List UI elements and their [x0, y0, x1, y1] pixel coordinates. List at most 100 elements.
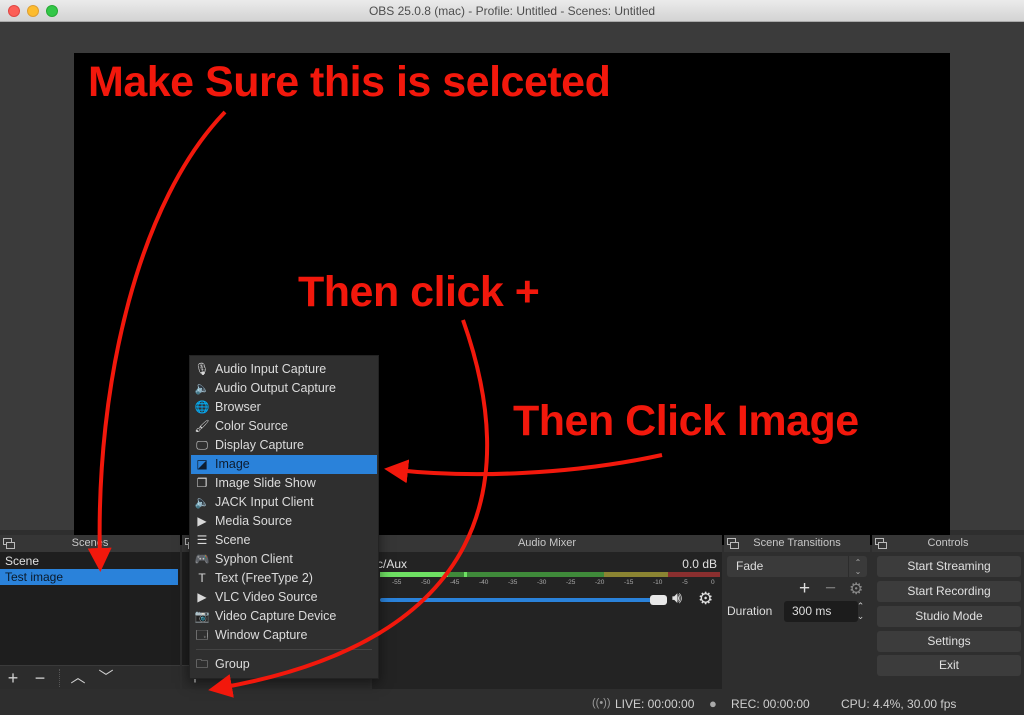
move-scene-up-button[interactable]: ︿ — [67, 667, 89, 689]
scene-transitions-title: Scene Transitions — [753, 537, 841, 549]
menu-item-label: Group — [215, 657, 250, 671]
menu-item-media-source[interactable]: ▶ Media Source — [191, 512, 377, 531]
image-icon: ◪ — [196, 457, 208, 471]
slideshow-icon: ❐ — [196, 476, 208, 490]
transition-settings-gear-icon[interactable]: ⚙ — [849, 579, 863, 599]
speaker-icon: 🔈 — [194, 495, 210, 509]
start-streaming-button[interactable]: Start Streaming — [877, 556, 1021, 577]
menu-item-label: Media Source — [215, 514, 293, 528]
gear-icon[interactable]: ⚙ — [698, 589, 713, 609]
meter-tick-label: -40 — [479, 579, 489, 586]
meter-tick-label: -5 — [682, 579, 688, 586]
monitor-icon: 🖵 — [196, 438, 208, 452]
status-bar: ((•)) LIVE: 00:00:00 ● REC: 00:00:00 CPU… — [0, 692, 1024, 715]
exit-button[interactable]: Exit — [877, 655, 1021, 676]
menu-item-syphon-client[interactable]: 🎮 Syphon Client — [191, 550, 377, 569]
audio-level-readout: 0.0 dB — [682, 557, 717, 571]
folder-icon: 🗀 — [195, 657, 208, 671]
menu-item-label: Window Capture — [215, 628, 308, 642]
meter-tick-label: -15 — [624, 579, 634, 586]
menu-item-label: JACK Input Client — [215, 495, 314, 509]
menu-item-display-capture[interactable]: 🖵 Display Capture — [191, 436, 377, 455]
menu-item-label: Image — [215, 457, 250, 471]
meter-yellow — [604, 572, 668, 577]
meter-tick-label: -30 — [537, 579, 547, 586]
obs-window: OBS 25.0.8 (mac) - Profile: Untitled - S… — [0, 0, 1024, 715]
add-transition-button[interactable]: + — [799, 578, 810, 600]
meter-peak — [464, 572, 467, 577]
meter-tick-label: -55 — [392, 579, 402, 586]
menu-item-color-source[interactable]: 🖌 Color Source — [191, 417, 377, 436]
rec-timer: REC: 00:00:00 — [731, 697, 810, 711]
remove-scene-button[interactable]: − — [29, 667, 51, 689]
list-icon: ☰ — [196, 533, 208, 547]
meter-tick-label: 0 — [711, 579, 715, 586]
menu-item-label: Browser — [215, 400, 261, 414]
menu-item-audio-input-capture[interactable]: 🎙 Audio Input Capture — [191, 360, 377, 379]
studio-mode-button[interactable]: Studio Mode — [877, 606, 1021, 627]
transition-select[interactable]: Fade ⌃ ⌄ — [727, 556, 867, 577]
audio-mixer-header: Audio Mixer — [372, 535, 722, 552]
audio-channel-name: c/Aux — [377, 557, 408, 571]
meter-level — [380, 572, 448, 577]
menu-item-label: Audio Input Capture — [215, 362, 327, 376]
text-icon: T — [198, 571, 206, 585]
dock-float-icon[interactable] — [875, 538, 887, 549]
volume-slider[interactable] — [380, 598, 656, 602]
duration-input[interactable]: 300 ms — [784, 601, 858, 622]
menu-item-label: Text (FreeType 2) — [215, 571, 313, 585]
menu-item-image[interactable]: ◪ Image — [191, 455, 377, 474]
menu-item-label: Image Slide Show — [215, 476, 316, 490]
controls-header: Controls — [872, 535, 1024, 552]
meter-scale: -55 -50 -45 -40 -35 -30 -25 -20 -15 -10 -5 0 — [380, 579, 720, 587]
menu-item-video-capture-device[interactable]: 📷 Video Capture Device — [191, 607, 377, 626]
scenes-toolbar: + − ︿ ﹀ — [0, 665, 180, 689]
volume-slider-handle[interactable] — [650, 595, 667, 605]
menu-item-label: Audio Output Capture — [215, 381, 336, 395]
mute-speaker-icon[interactable]: 🔊︎ — [672, 590, 682, 608]
menu-item-browser[interactable]: 🌐 Browser — [191, 398, 377, 417]
move-scene-down-button[interactable]: ﹀ — [95, 667, 117, 689]
window-icon: 🗔 — [195, 628, 209, 642]
rec-dot-icon: ● — [709, 696, 717, 711]
menu-item-window-capture[interactable]: 🗔 Window Capture — [191, 626, 377, 645]
menu-item-label: Display Capture — [215, 438, 304, 452]
annotation-step3: Then Click Image — [513, 397, 859, 445]
globe-icon: 🌐 — [194, 400, 210, 414]
menu-item-text-freetype-2[interactable]: T Text (FreeType 2) — [191, 569, 377, 588]
dock-float-icon[interactable] — [3, 538, 15, 549]
menu-item-vlc-video-source[interactable]: ▶ VLC Video Source — [191, 588, 377, 607]
select-chevron-icon: ⌃ ⌄ — [848, 556, 867, 577]
settings-button[interactable]: Settings — [877, 631, 1021, 652]
title-bar: OBS 25.0.8 (mac) - Profile: Untitled - S… — [0, 0, 1024, 22]
duration-label: Duration — [727, 604, 773, 618]
scene-item-selected[interactable]: Test image — [0, 569, 178, 585]
menu-item-group[interactable]: 🗀 Group — [191, 655, 377, 674]
meter-tick-label: -10 — [653, 579, 663, 586]
meter-tick-label: -25 — [566, 579, 576, 586]
menu-item-jack-input-client[interactable]: 🔈 JACK Input Client — [191, 493, 377, 512]
scene-transitions-panel: Fade ⌃ ⌄ + − ⚙ Duration 300 ms ⌃ ⌄ — [724, 552, 870, 689]
audio-mixer-panel: c/Aux 0.0 dB -55 -50 -45 -40 -35 -30 -25 -20 -15… — [372, 552, 722, 689]
gamepad-icon: 🎮 — [194, 552, 210, 566]
annotation-step1: Make Sure this is selceted — [88, 58, 611, 106]
add-scene-button[interactable]: + — [2, 667, 24, 689]
menu-item-label: VLC Video Source — [215, 590, 318, 604]
meter-tick-label: -45 — [450, 579, 460, 586]
menu-item-label: Syphon Client — [215, 552, 293, 566]
duration-stepper[interactable]: ⌃ ⌄ — [854, 601, 867, 622]
live-timer: LIVE: 00:00:00 — [615, 697, 695, 711]
live-broadcast-icon: ((•)) — [592, 697, 611, 709]
dock-float-icon[interactable] — [727, 538, 739, 549]
remove-transition-button[interactable]: − — [825, 578, 836, 600]
menu-item-scene[interactable]: ☰ Scene — [191, 531, 377, 550]
scene-item[interactable]: Scene — [0, 553, 178, 569]
menu-item-audio-output-capture[interactable]: 🔈 Audio Output Capture — [191, 379, 377, 398]
meter-red — [668, 572, 720, 577]
window-title: OBS 25.0.8 (mac) - Profile: Untitled - S… — [368, 4, 656, 18]
menu-item-image-slide-show[interactable]: ❐ Image Slide Show — [191, 474, 377, 493]
start-recording-button[interactable]: Start Recording — [877, 581, 1021, 602]
menu-item-label: Color Source — [215, 419, 288, 433]
camera-icon: 📷 — [194, 609, 210, 623]
controls-title: Controls — [927, 537, 969, 549]
